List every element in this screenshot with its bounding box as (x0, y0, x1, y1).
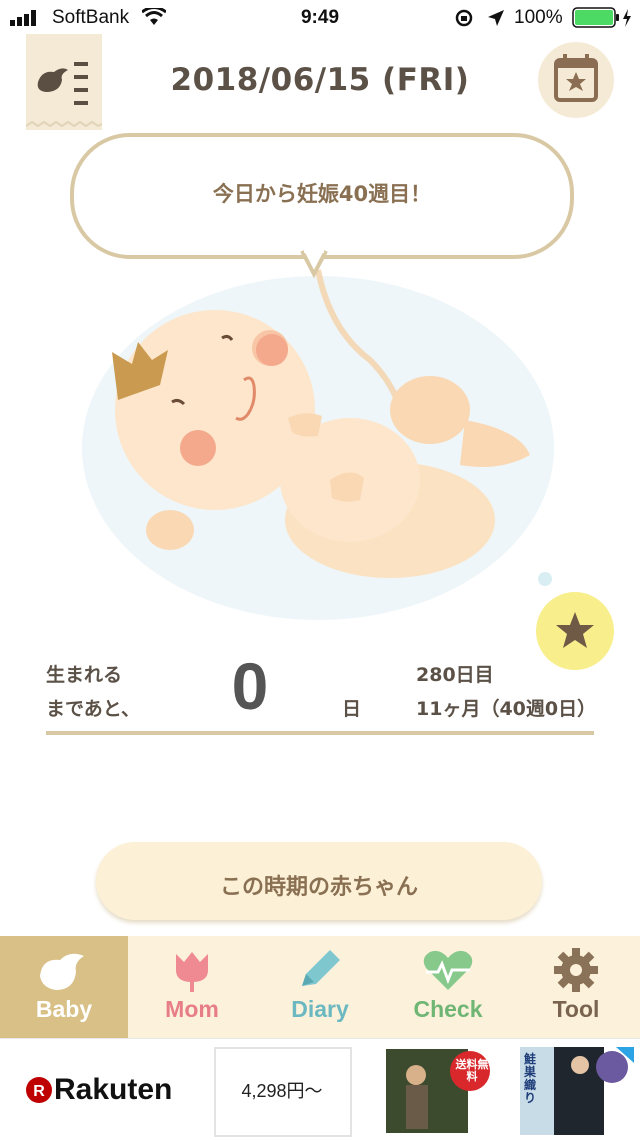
bird-icon (40, 953, 84, 990)
tab-tool-label: Tool (552, 996, 600, 1022)
decorative-bubble (538, 572, 552, 586)
calendar-star-icon (554, 54, 598, 102)
ad-product-title: 鮭巣織り (524, 1052, 537, 1105)
tab-check-label: Check (413, 996, 483, 1022)
battery-percent: 100% (514, 7, 563, 28)
calendar-button[interactable] (538, 42, 614, 118)
pregnancy-month-week: 11ヶ月（40週0日） (416, 698, 597, 720)
days-unit: 日 (342, 698, 362, 720)
tab-check[interactable]: Check (384, 936, 512, 1038)
this-period-baby-label: この時期の赤ちゃん (219, 875, 418, 900)
tab-mom[interactable]: Mom (128, 936, 256, 1038)
tulip-icon (176, 952, 208, 992)
tab-baby-label: Baby (35, 996, 93, 1022)
rakuten-logo-icon: R (26, 1077, 52, 1103)
ad-price: 4,298円～ (241, 1081, 323, 1101)
pregnancy-day-index: 280日目 (416, 664, 494, 686)
week-message: 今日から妊娠40週目！ (212, 182, 432, 206)
star-icon (556, 612, 594, 648)
tab-diary[interactable]: Diary (256, 936, 384, 1038)
gear-icon (554, 948, 598, 992)
tab-tool[interactable]: Tool (512, 936, 640, 1038)
ad-brand: Rakuten (54, 1073, 173, 1106)
orientation-lock-icon (455, 9, 473, 27)
location-icon (488, 10, 504, 26)
svg-text:R: R (33, 1083, 45, 1100)
tab-diary-label: Diary (291, 996, 349, 1022)
pencil-icon (302, 950, 340, 986)
baby-illustration (82, 269, 554, 620)
countdown-label-2: まであと、 (46, 698, 141, 720)
days-remaining-value: 0 (231, 649, 269, 723)
ad-banner[interactable]: R Rakuten 4,298円～ 送料無料 鮭巣織り (0, 1038, 640, 1140)
divider (46, 731, 594, 735)
ad-shipping-badge: 送料無料 (455, 1058, 489, 1083)
battery-icon (572, 7, 631, 28)
heart-pulse-icon (423, 950, 473, 990)
status-bar: SoftBank 9:49 100% (0, 0, 640, 36)
countdown-label-1: 生まれる (46, 664, 123, 686)
favorite-star-button[interactable] (536, 592, 614, 670)
tab-bar: Baby Mom Diary Check Tool (0, 936, 640, 1038)
tab-baby[interactable]: Baby (0, 936, 128, 1038)
speech-bubble-tail (300, 250, 328, 279)
tab-mom-label: Mom (165, 996, 219, 1022)
